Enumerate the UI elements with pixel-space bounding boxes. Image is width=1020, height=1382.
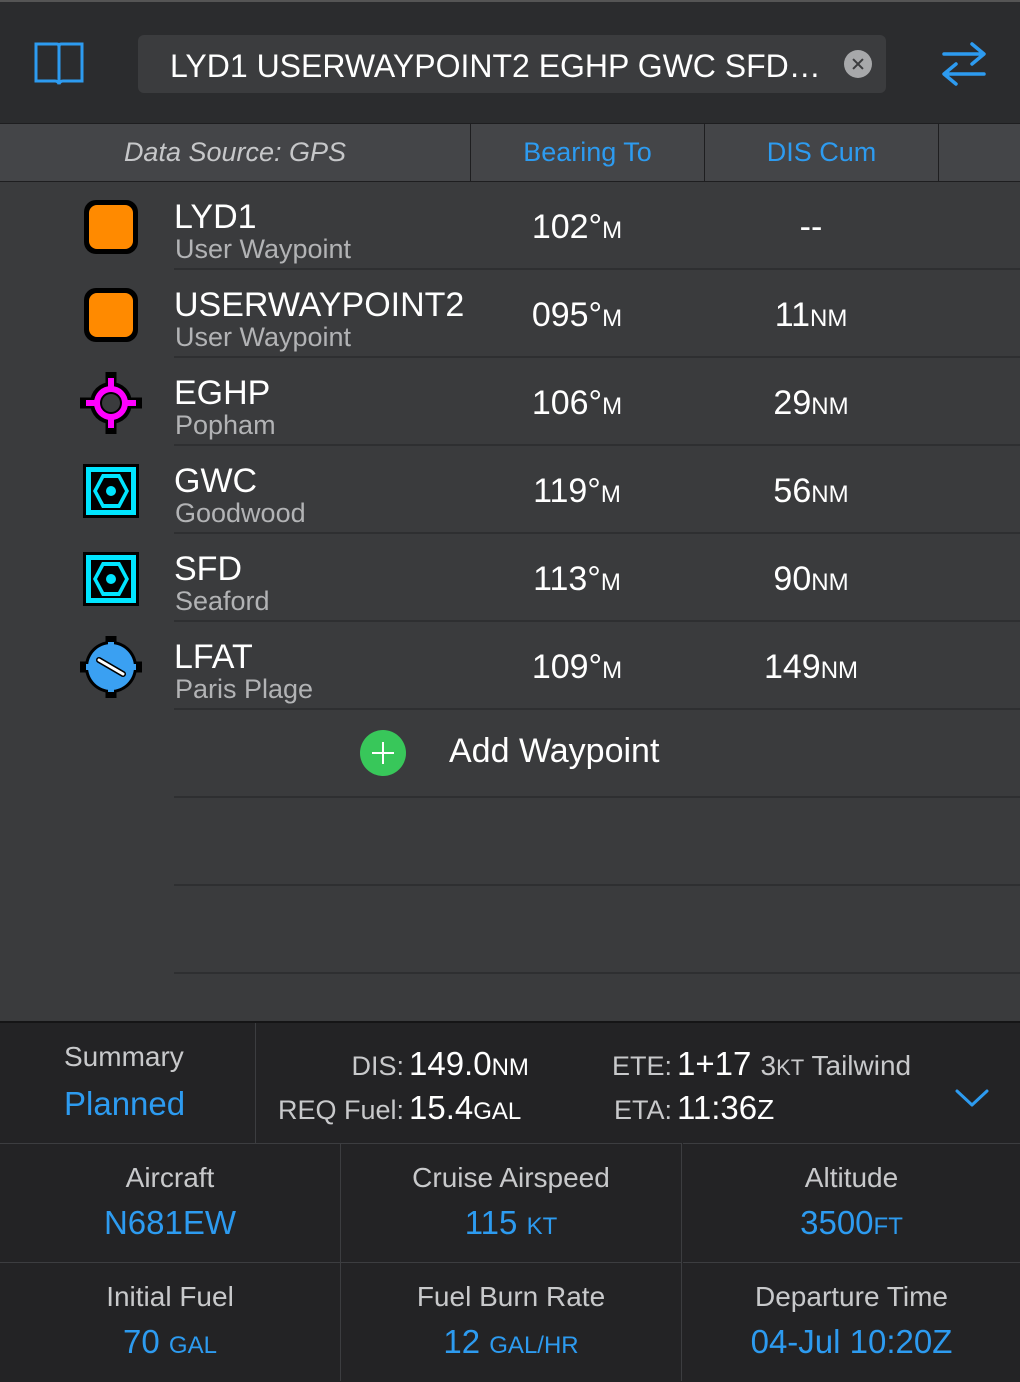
towered-airport-icon xyxy=(80,636,142,698)
waypoint-name: User Waypoint xyxy=(175,322,352,352)
wind-value: 3KT Tailwind xyxy=(760,1050,912,1081)
cruise-airspeed-setting[interactable]: Cruise Airspeed 115 KT xyxy=(341,1143,682,1262)
waypoint-row[interactable]: LYD1 User Waypoint 102°M -- xyxy=(0,182,1020,270)
fuel-burn-rate-value: 12 GAL/HR xyxy=(443,1323,579,1360)
waypoint-bearing: 106°M xyxy=(531,384,623,422)
swap-arrows-icon[interactable] xyxy=(938,38,990,90)
row-divider xyxy=(174,972,1020,974)
table-header: Data Source: GPS Bearing To DIS Cum xyxy=(0,123,1020,182)
waypoint-distance: 149NM xyxy=(763,648,859,686)
waypoint-bearing: 095°M xyxy=(531,296,623,334)
aircraft-setting[interactable]: Aircraft N681EW xyxy=(0,1143,341,1262)
fuel-burn-rate-setting[interactable]: Fuel Burn Rate 12 GAL/HR xyxy=(341,1262,682,1381)
data-source-label[interactable]: Data Source: GPS xyxy=(0,124,471,181)
aircraft-label: Aircraft xyxy=(125,1162,215,1193)
user-waypoint-icon xyxy=(84,288,138,342)
chevron-down-icon[interactable] xyxy=(954,1087,990,1109)
top-bar: LYD1 USERWAYPOINT2 EGHP GWC SFD… xyxy=(0,0,1020,123)
summary-mode: Planned xyxy=(64,1085,186,1122)
departure-time-value: 04-Jul 10:20Z xyxy=(750,1323,953,1360)
waypoint-distance: -- xyxy=(799,208,823,246)
vor-icon xyxy=(83,552,139,606)
waypoint-distance: 11NM xyxy=(774,296,848,334)
req-fuel-label: REQ Fuel: xyxy=(277,1095,404,1125)
waypoint-row[interactable]: SFD Seaford 113°M 90NM xyxy=(0,534,1020,622)
waypoint-id: EGHP xyxy=(174,374,271,412)
waypoint-row[interactable]: GWC Goodwood 119°M 56NM xyxy=(0,446,1020,534)
fuel-burn-rate-label: Fuel Burn Rate xyxy=(416,1281,606,1312)
req-fuel-value: 15.4GAL xyxy=(409,1089,522,1126)
waypoint-distance: 90NM xyxy=(773,560,849,598)
user-waypoint-icon xyxy=(84,200,138,254)
departure-time-setting[interactable]: Departure Time 04-Jul 10:20Z xyxy=(683,1262,1020,1381)
waypoint-bearing: 102°M xyxy=(531,208,623,246)
waypoint-bearing: 109°M xyxy=(531,648,623,686)
altitude-value: 3500FT xyxy=(800,1204,903,1241)
waypoint-distance: 29NM xyxy=(773,384,849,422)
cruise-airspeed-value: 115 KT xyxy=(464,1204,558,1241)
waypoint-bearing: 113°M xyxy=(533,560,621,598)
route-input[interactable]: LYD1 USERWAYPOINT2 EGHP GWC SFD… xyxy=(138,35,886,93)
clear-icon[interactable] xyxy=(844,50,872,78)
dis-label: DIS: xyxy=(351,1051,404,1081)
summary-panel: Summary Planned DIS: 149.0NM REQ Fuel: 1… xyxy=(0,1021,1020,1143)
book-icon[interactable] xyxy=(30,38,88,90)
row-divider xyxy=(174,884,1020,886)
initial-fuel-label: Initial Fuel xyxy=(106,1281,234,1312)
waypoint-bearing: 119°M xyxy=(533,472,621,510)
ete-label: ETE: xyxy=(611,1051,672,1081)
add-waypoint-label: Add Waypoint xyxy=(449,732,660,770)
initial-fuel-value: 70 GAL xyxy=(123,1323,217,1360)
waypoint-row[interactable]: USERWAYPOINT2 User Waypoint 095°M 11NM xyxy=(0,270,1020,358)
column-dis-cum[interactable]: DIS Cum xyxy=(705,124,939,181)
cruise-airspeed-label: Cruise Airspeed xyxy=(412,1162,610,1193)
waypoint-row[interactable]: LFAT Paris Plage 109°M 149NM xyxy=(0,622,1020,710)
aircraft-value: N681EW xyxy=(103,1204,237,1241)
waypoint-distance: 56NM xyxy=(773,472,849,510)
altitude-label: Altitude xyxy=(804,1162,899,1193)
waypoint-id: LYD1 xyxy=(174,198,257,236)
waypoint-name: User Waypoint xyxy=(175,234,352,264)
eta-value: 11:36Z xyxy=(677,1089,775,1126)
waypoint-name: Paris Plage xyxy=(175,674,314,704)
flight-settings-grid: Aircraft N681EW Cruise Airspeed 115 KT A… xyxy=(0,1143,1020,1382)
altitude-setting[interactable]: Altitude 3500FT xyxy=(683,1143,1020,1262)
waypoint-id: USERWAYPOINT2 xyxy=(174,286,465,324)
waypoint-id: LFAT xyxy=(174,638,253,676)
waypoint-name: Goodwood xyxy=(175,498,306,528)
waypoint-id: SFD xyxy=(174,550,242,588)
waypoint-id: GWC xyxy=(174,462,258,500)
row-divider xyxy=(174,796,1020,798)
airport-icon xyxy=(80,372,142,434)
waypoint-row[interactable]: EGHP Popham 106°M 29NM xyxy=(0,358,1020,446)
waypoint-name: Popham xyxy=(175,410,276,440)
waypoint-name: Seaford xyxy=(175,586,270,616)
dis-value: 149.0NM xyxy=(409,1045,529,1082)
summary-mode-selector[interactable]: Summary Planned xyxy=(0,1023,256,1143)
ete-value: 1+17 3KT Tailwind xyxy=(677,1045,912,1082)
departure-time-label: Departure Time xyxy=(755,1281,948,1312)
eta-label: ETA: xyxy=(613,1095,672,1125)
vor-icon xyxy=(83,464,139,518)
summary-title: Summary xyxy=(64,1041,184,1072)
add-waypoint-button[interactable]: Add Waypoint xyxy=(0,710,1020,798)
initial-fuel-setting[interactable]: Initial Fuel 70 GAL xyxy=(0,1262,341,1381)
add-icon xyxy=(360,730,406,776)
column-bearing-to[interactable]: Bearing To xyxy=(471,124,705,181)
route-text: LYD1 USERWAYPOINT2 EGHP GWC SFD… xyxy=(170,48,821,84)
